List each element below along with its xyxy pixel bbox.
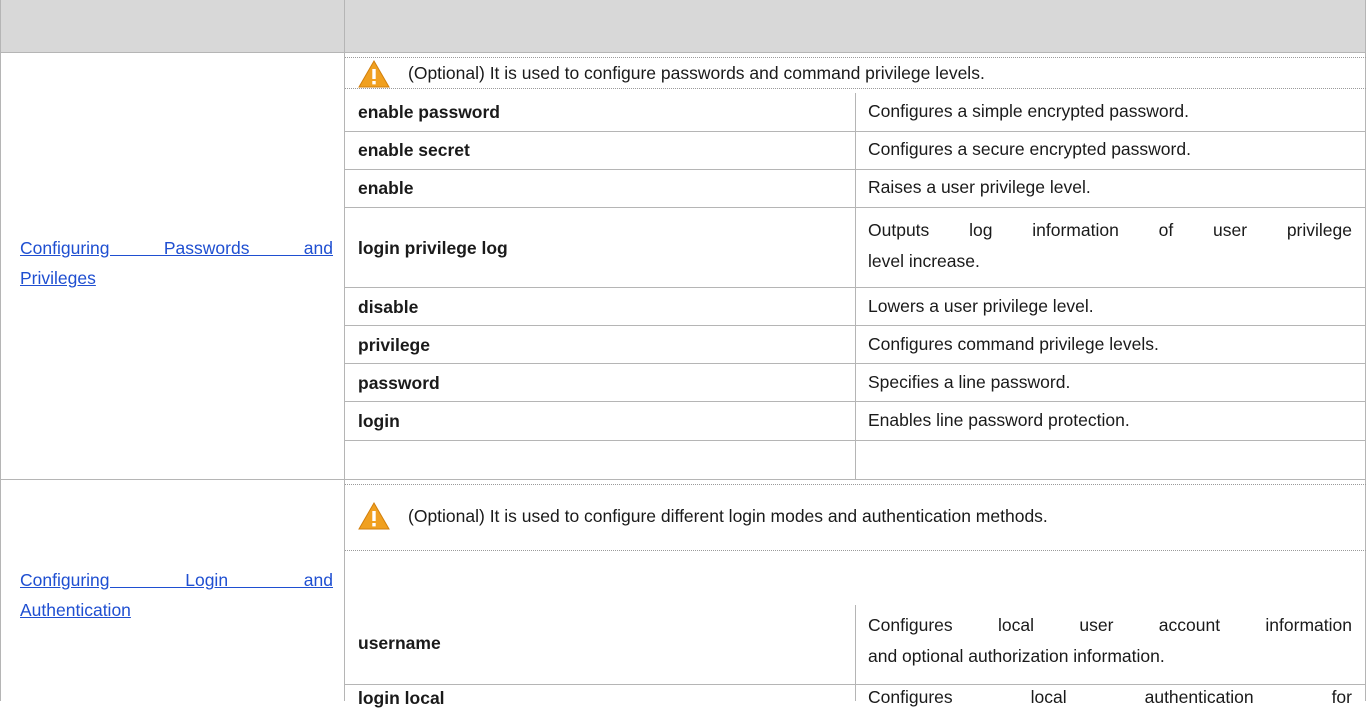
command-description: Configures a simple encrypted password. <box>868 101 1189 121</box>
grid-line <box>345 440 1366 441</box>
feature-link-line: Authentication <box>20 600 131 620</box>
command-description: Specifies a line password. <box>868 372 1071 392</box>
feature-link-login-authentication[interactable]: Configuring Login and Authentication <box>20 565 333 625</box>
grid-line <box>345 401 1366 402</box>
feature-link-line: Privileges <box>20 268 96 288</box>
description-line: Outputs log information of user privileg… <box>868 220 1352 240</box>
note-text: (Optional) It is used to configure diffe… <box>408 505 1048 526</box>
command-description: Configures local user account informatio… <box>868 610 1352 672</box>
grid-line <box>855 605 856 701</box>
command-description: Lowers a user privilege level. <box>868 296 1094 316</box>
grid-line <box>345 169 1366 170</box>
description-line: and optional authorization information. <box>868 646 1165 666</box>
command-login: login <box>358 411 400 431</box>
feature-link-passwords-privileges[interactable]: Configuring Passwords and Privileges <box>20 233 333 293</box>
command-description: Configures a secure encrypted password. <box>868 139 1191 159</box>
grid-line <box>855 93 856 479</box>
note-separator <box>345 57 1366 58</box>
note-text: (Optional) It is used to configure passw… <box>408 63 985 83</box>
command-description: Enables line password protection. <box>868 410 1130 430</box>
note-optional: (Optional) It is used to configure diffe… <box>358 501 1348 531</box>
grid-line <box>345 363 1366 364</box>
warning-icon <box>358 502 390 530</box>
note-separator <box>345 88 1366 89</box>
description-line: Configures local user account informatio… <box>868 615 1352 635</box>
note-separator <box>345 550 1366 551</box>
note-separator <box>345 484 1366 485</box>
command-login-local: login local <box>358 688 445 708</box>
command-disable: disable <box>358 297 419 317</box>
table-header <box>0 0 1366 52</box>
command-description: Configures local authentication for <box>868 682 1352 713</box>
command-enable-secret: enable secret <box>358 140 470 160</box>
note-optional: (Optional) It is used to configure passw… <box>358 59 1348 87</box>
grid-line <box>0 0 1 701</box>
feature-link-line: Configuring Passwords and <box>20 238 333 258</box>
command-description: Configures command privilege levels. <box>868 334 1159 354</box>
command-password: password <box>358 373 440 393</box>
grid-line <box>345 325 1366 326</box>
command-login-privilege-log: login privilege log <box>358 238 508 258</box>
feature-link-line: Configuring Login and <box>20 570 333 590</box>
grid-line <box>0 479 1366 480</box>
description-line: Configures local authentication for <box>868 687 1352 707</box>
grid-line <box>345 207 1366 208</box>
command-description: Raises a user privilege level. <box>868 177 1091 197</box>
command-enable: enable <box>358 178 414 198</box>
grid-line <box>345 287 1366 288</box>
grid-line <box>344 0 345 701</box>
command-enable-password: enable password <box>358 102 500 122</box>
description-line: level increase. <box>868 251 980 271</box>
command-privilege: privilege <box>358 335 430 355</box>
warning-icon <box>358 59 390 87</box>
command-description: Outputs log information of user privileg… <box>868 215 1352 277</box>
command-username: username <box>358 633 441 653</box>
grid-line <box>345 131 1366 132</box>
grid-line <box>0 52 1366 53</box>
